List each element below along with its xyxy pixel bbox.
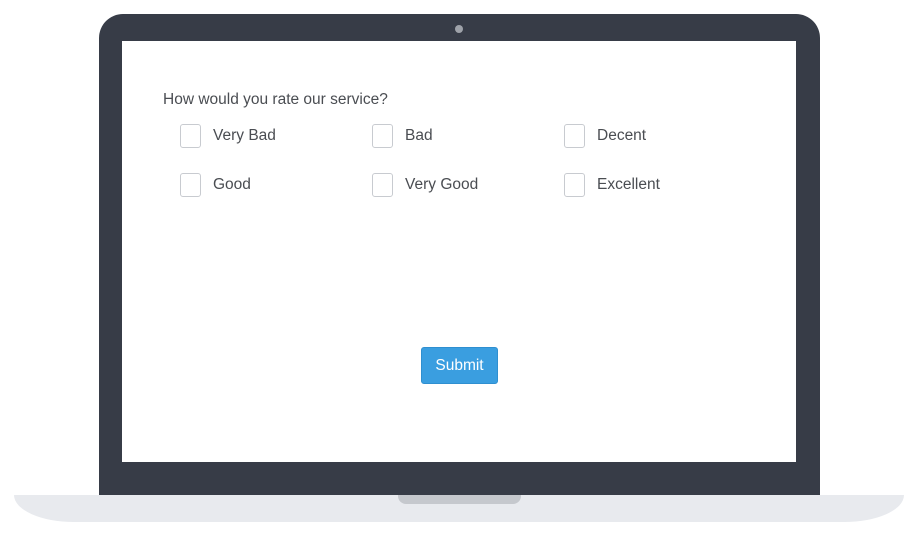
checkbox[interactable] — [372, 124, 393, 148]
camera-icon — [455, 25, 463, 33]
option-label: Good — [213, 176, 251, 193]
screen: How would you rate our service? Very Bad… — [122, 41, 796, 462]
option-decent[interactable]: Decent — [564, 123, 646, 149]
option-excellent[interactable]: Excellent — [564, 172, 660, 198]
laptop-notch — [398, 495, 521, 504]
option-bad[interactable]: Bad — [372, 123, 433, 149]
option-label: Very Bad — [213, 127, 276, 144]
laptop-mockup: How would you rate our service? Very Bad… — [0, 0, 920, 538]
checkbox[interactable] — [564, 124, 585, 148]
option-label: Excellent — [597, 176, 660, 193]
option-label: Very Good — [405, 176, 479, 193]
checkbox[interactable] — [372, 173, 393, 197]
option-very-bad[interactable]: Very Bad — [180, 123, 276, 149]
checkbox[interactable] — [564, 173, 585, 197]
option-very-good[interactable]: Very Good — [372, 172, 478, 198]
submit-button[interactable]: Submit — [421, 347, 498, 384]
survey-question: How would you rate our service? — [163, 91, 388, 108]
checkbox[interactable] — [180, 124, 201, 148]
option-label: Decent — [597, 127, 647, 144]
option-label: Bad — [405, 127, 433, 144]
option-good[interactable]: Good — [180, 172, 251, 198]
checkbox[interactable] — [180, 173, 201, 197]
